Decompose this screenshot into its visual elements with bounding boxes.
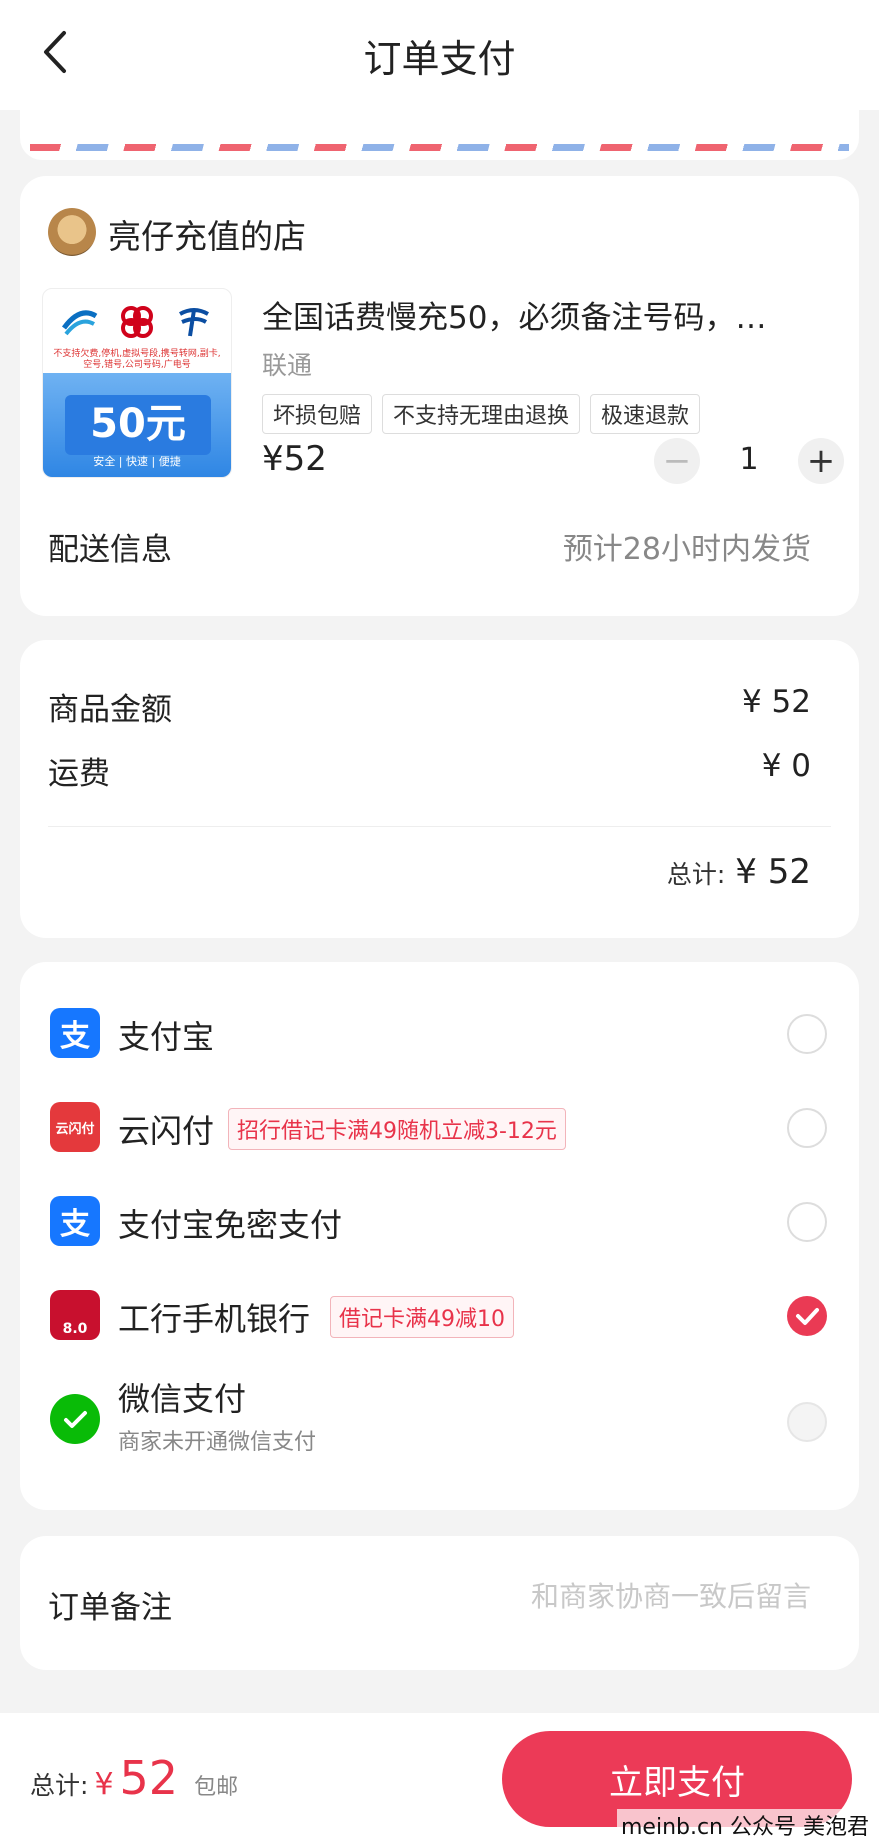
payment-radio-disabled	[787, 1402, 827, 1442]
shipping-fee-value: ¥ 0	[761, 748, 811, 784]
unionpay-quickpass-icon: 云闪付	[50, 1102, 100, 1152]
china-unicom-logo-icon	[120, 306, 153, 338]
checkmark-icon	[796, 1308, 819, 1325]
airmail-border-decoration	[20, 110, 859, 160]
checkout-total: 总计: ¥ 52 包邮	[30, 1751, 238, 1805]
payment-methods-card: 支 支付宝 云闪付 云闪付 招行借记卡满49随机立减3-12元 支 支付宝免密支…	[20, 962, 859, 1510]
goods-amount-value: ¥ 52	[741, 684, 811, 720]
product-image-footer: 安全 | 快速 | 便捷	[93, 455, 181, 468]
order-total-label: 总计:	[666, 860, 726, 889]
order-total-value: ¥ 52	[735, 852, 811, 892]
payment-option-name: 支付宝免密支付	[118, 1206, 343, 1244]
payment-option-note: 商家未开通微信支付	[118, 1430, 317, 1455]
payment-radio-checked[interactable]	[787, 1296, 827, 1336]
page-title: 订单支付	[363, 37, 516, 81]
delivery-estimate: 预计28小时内发货	[562, 532, 811, 567]
order-note-input[interactable]	[391, 1580, 811, 1613]
product-tag: 不支持无理由退换	[382, 394, 581, 434]
wechat-check-icon	[64, 1411, 87, 1428]
product-price: ¥52	[262, 439, 327, 479]
free-shipping-label: 包邮	[194, 1775, 239, 1800]
payment-radio[interactable]	[787, 1202, 827, 1242]
alipay-icon: 支	[50, 1008, 100, 1058]
payment-option-name: 云闪付	[118, 1112, 215, 1150]
payment-option-alipay[interactable]: 支 支付宝	[20, 988, 859, 1084]
payment-promo-badge: 招行借记卡满49随机立减3-12元	[228, 1108, 566, 1150]
product-image-banner: 50元 安全 | 快速 | 便捷	[43, 373, 231, 477]
divider	[48, 826, 831, 827]
product-tags: 坏损包赔 不支持无理由退换 极速退款	[262, 394, 701, 434]
china-mobile-logo-icon	[62, 310, 98, 336]
payment-option-name: 工行手机银行	[118, 1300, 311, 1338]
shop-card: 亮仔充值的店 不支持欠费,停机,虚拟号段,携号转网,副卡,空号,错号,公司号码,…	[20, 176, 859, 616]
payment-option-wechat: 微信支付 商家未开通微信支付	[20, 1364, 859, 1484]
shop-name[interactable]: 亮仔充值的店	[108, 210, 306, 258]
payment-option-name: 支付宝	[118, 1018, 215, 1056]
airmail-stripe	[30, 144, 849, 151]
payment-promo-badge: 借记卡满49减10	[330, 1296, 514, 1338]
payment-option-name: 微信支付	[118, 1380, 247, 1418]
product-tag: 坏损包赔	[262, 394, 373, 434]
plus-icon: +	[806, 441, 836, 481]
product-image[interactable]: 不支持欠费,停机,虚拟号段,携号转网,副卡,空号,错号,公司号码,广电号 50元…	[42, 288, 232, 478]
goods-amount-label: 商品金额	[48, 692, 172, 728]
top-bar: 订单支付	[0, 0, 879, 110]
alipay-icon: 支	[50, 1196, 100, 1246]
wechat-pay-icon	[50, 1394, 100, 1444]
product-tag: 极速退款	[590, 394, 701, 434]
order-summary-card: 商品金额 ¥ 52 运费 ¥ 0 总计: ¥ 52	[20, 640, 859, 938]
payment-radio[interactable]	[787, 1014, 827, 1054]
checkout-amount: 52	[119, 1751, 179, 1805]
order-total: 总计: ¥ 52	[667, 852, 811, 892]
product-title[interactable]: 全国话费慢充50，必须备注号码，…	[262, 292, 832, 337]
delivery-label: 配送信息	[48, 532, 172, 568]
icbc-icon: 8.0	[50, 1290, 100, 1340]
shipping-fee-label: 运费	[48, 756, 110, 792]
payment-option-alipay-nopassword[interactable]: 支 支付宝免密支付	[20, 1176, 859, 1272]
product-carrier: 联通	[262, 351, 313, 380]
increase-quantity-button[interactable]: +	[798, 438, 844, 484]
order-note-label: 订单备注	[48, 1590, 172, 1626]
payment-option-icbc[interactable]: 8.0 工行手机银行 借记卡满49减10	[20, 1270, 859, 1366]
order-note-card: 订单备注	[20, 1536, 859, 1670]
quantity-stepper: − 1 +	[654, 438, 844, 486]
icbc-version-label: 8.0	[62, 1321, 88, 1337]
payment-option-unionpay[interactable]: 云闪付 云闪付 招行借记卡满49随机立减3-12元	[20, 1082, 859, 1178]
checkout-total-label: 总计:	[30, 1771, 89, 1800]
payment-radio[interactable]	[787, 1108, 827, 1148]
face-value-badge: 50元	[65, 395, 211, 455]
product-image-fine-print: 不支持欠费,停机,虚拟号段,携号转网,副卡,空号,错号,公司号码,广电号	[53, 349, 221, 370]
watermark: meinb.cn 公众号 美泡君	[616, 1809, 873, 1841]
carrier-logos	[53, 299, 221, 345]
shop-avatar	[48, 208, 96, 256]
checkout-currency: ¥	[94, 1767, 114, 1802]
china-telecom-logo-icon	[178, 308, 209, 337]
